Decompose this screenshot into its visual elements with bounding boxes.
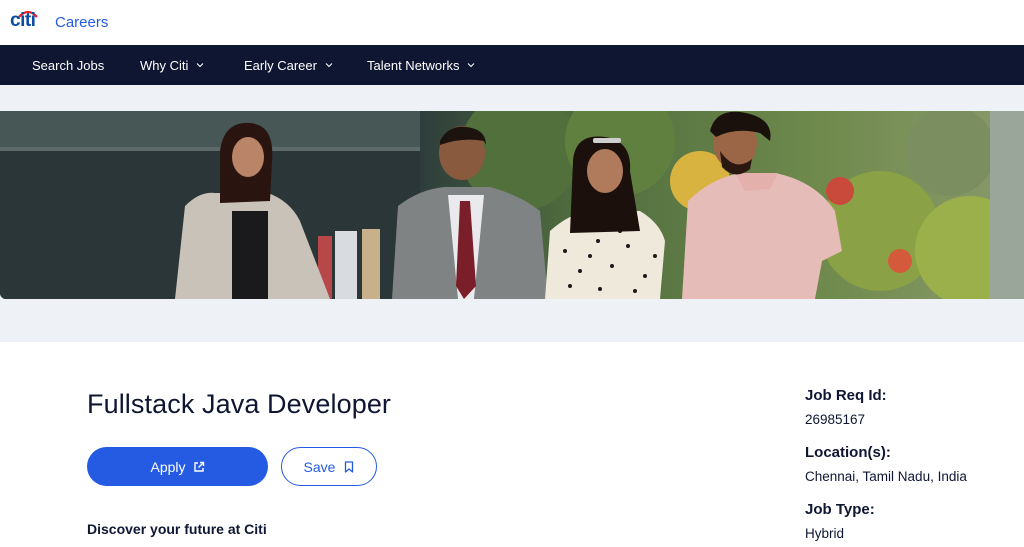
intro-heading: Discover your future at Citi [87,521,267,537]
nav-label: Search Jobs [32,57,105,73]
job-req-value: 26985167 [805,412,866,427]
main-nav: Search Jobs Why Citi Early Career Talent… [0,45,1024,85]
chevron-down-icon [197,63,204,68]
save-button[interactable]: Save [281,447,377,486]
chevron-down-icon [468,63,475,68]
external-link-icon [193,461,204,472]
nav-why-citi[interactable]: Why Citi [140,45,204,85]
careers-link[interactable]: Careers [55,14,108,31]
nav-label: Early Career [244,57,317,73]
logo-text: citi [10,10,36,31]
nav-label: Why Citi [140,57,189,73]
nav-search-jobs[interactable]: Search Jobs [32,45,104,85]
job-type-label: Job Type: [805,501,875,518]
apply-button[interactable]: Apply [87,447,268,486]
citi-logo[interactable]: citi [10,9,44,31]
apply-label: Apply [150,458,186,475]
job-type-value: Hybrid [805,526,845,541]
nav-label: Talent Networks [367,57,460,73]
hero-image [0,111,1024,299]
save-label: Save [303,458,336,475]
nav-talent-networks[interactable]: Talent Networks [367,45,475,85]
brand-bar: citi Careers [0,0,1024,45]
chevron-down-icon [325,63,333,68]
job-req-label: Job Req Id: [805,387,887,404]
nav-early-career[interactable]: Early Career [244,45,333,85]
bookmark-icon [345,460,354,473]
location-label: Location(s): [805,444,891,461]
job-title: Fullstack Java Developer [87,389,392,419]
location-value: Chennai, Tamil Nadu, India [805,469,967,484]
